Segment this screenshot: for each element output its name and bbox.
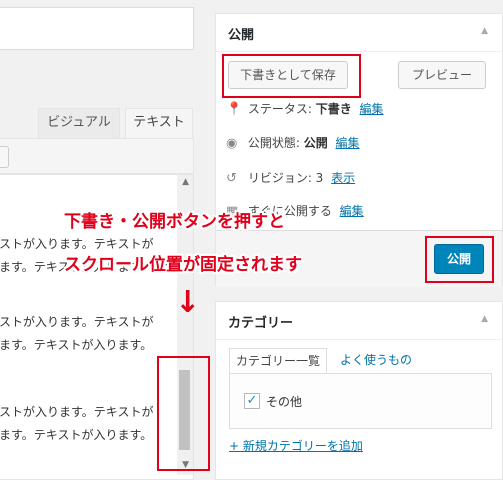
editor-paragraph: ストが入ります。テキストが ます。テキストが入ります。 [0, 401, 179, 447]
visibility-label: 公開状態: [247, 136, 300, 150]
edit-visibility-link[interactable]: 編集 [336, 136, 360, 150]
status-value: 下書き [315, 102, 352, 116]
eye-icon: ◉ [226, 136, 238, 151]
editor-line: ストが入ります。テキストが [0, 315, 154, 329]
editor-line: ます。テキストが入ります。 [0, 428, 153, 442]
highlight-scrollbar [157, 356, 210, 471]
publish-button[interactable]: 公開 [434, 244, 484, 274]
visibility-row: ◉ 公開状態: 公開 編集 [226, 134, 360, 152]
revisions-row: ↺ リビジョン: 3 表示 [226, 169, 355, 187]
tab-visual[interactable]: ビジュアル [38, 108, 120, 138]
pin-icon: 📍 [226, 102, 243, 117]
category-box-header: カテゴリー ▲ [216, 302, 502, 340]
history-icon: ↺ [226, 171, 237, 186]
quicktags-toolbar [0, 138, 194, 174]
revisions-label: リビジョン: 3 [247, 171, 324, 185]
tab-text[interactable]: テキスト [125, 108, 193, 138]
category-list: ✓ その他 [229, 373, 492, 429]
status-row: 📍 ステータス: 下書き 編集 [226, 100, 384, 118]
browse-revisions-link[interactable]: 表示 [331, 171, 355, 185]
category-box: カテゴリー ▲ カテゴリー一覧 よく使うもの ✓ その他 + 新規カテゴリーを追… [215, 301, 503, 480]
edit-status-link[interactable]: 編集 [360, 102, 384, 116]
publish-box: 公開 ▲ 下書きとして保存 プレビュー 📍 ステータス: 下書き 編集 ◉ 公開… [215, 13, 503, 287]
tab-all-categories[interactable]: カテゴリー一覧 [229, 348, 327, 374]
edit-schedule-link[interactable]: 編集 [340, 204, 364, 218]
annotation-line-1: 下書き・公開ボタンを押すと [64, 212, 285, 232]
category-label: その他 [266, 395, 303, 409]
annotation-line-2: スクロール位置が固定されます [64, 255, 302, 275]
publish-box-header: 公開 ▲ [216, 14, 502, 52]
add-category-link[interactable]: + 新規カテゴリーを追加 [229, 437, 363, 454]
publish-box-title: 公開 [228, 28, 255, 43]
scroll-up-icon[interactable]: ▲ [182, 177, 189, 187]
post-title-input[interactable] [0, 7, 194, 50]
status-label: ステータス: [247, 102, 312, 116]
category-box-title: カテゴリー [228, 316, 294, 331]
visibility-value: 公開 [303, 136, 328, 150]
editor-paragraph: ストが入ります。テキストが ます。テキストが入ります。 [0, 311, 179, 357]
down-arrow-icon: ↓ [175, 285, 201, 320]
save-draft-button[interactable]: 下書きとして保存 [228, 61, 348, 89]
category-checkbox[interactable]: ✓ [244, 393, 260, 409]
quicktag-button[interactable] [0, 146, 9, 168]
collapse-arrow-icon[interactable]: ▲ [481, 314, 488, 324]
collapse-arrow-icon[interactable]: ▲ [481, 26, 488, 36]
preview-button[interactable]: プレビュー [398, 61, 486, 89]
tab-most-used[interactable]: よく使うもの [340, 348, 412, 374]
editor-line: ます。テキストが入ります。 [0, 338, 153, 352]
editor-line: ストが入ります。テキストが [0, 405, 154, 419]
